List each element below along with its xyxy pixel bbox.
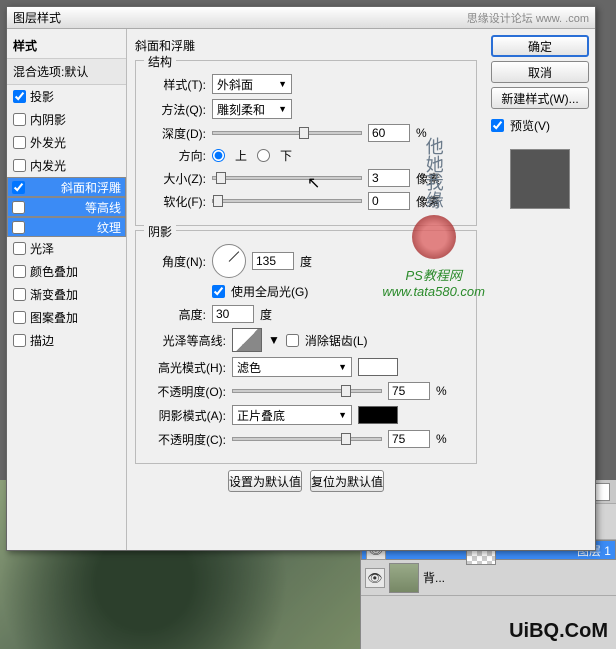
shadow-opacity-slider[interactable]: [232, 437, 382, 441]
depth-label: 深度(D):: [146, 125, 206, 142]
layer-thumb: [389, 563, 419, 593]
checkbox[interactable]: [13, 113, 26, 126]
checkbox[interactable]: [12, 201, 25, 214]
altitude-label: 高度:: [146, 306, 206, 323]
depth-slider[interactable]: [212, 131, 362, 135]
checkbox[interactable]: [13, 311, 26, 324]
make-default-button[interactable]: 设置为默认值: [228, 470, 302, 492]
highlight-color-swatch[interactable]: [358, 358, 398, 376]
style-color-overlay[interactable]: 颜色叠加: [7, 260, 126, 283]
highlight-mode-label: 高光模式(H):: [146, 359, 226, 376]
technique-select[interactable]: 雕刻柔和▼: [212, 99, 292, 119]
unit: %: [436, 384, 447, 398]
angle-input[interactable]: [252, 252, 294, 270]
caret-down-icon: ▼: [278, 104, 287, 114]
shadow-opacity-label: 不透明度(C):: [146, 431, 226, 448]
highlight-opacity-label: 不透明度(O):: [146, 383, 226, 400]
layer-row[interactable]: 👁 背...: [361, 560, 616, 596]
ok-button[interactable]: 确定: [491, 35, 589, 57]
unit: 度: [300, 253, 312, 270]
highlight-opacity-slider[interactable]: [232, 389, 382, 393]
shadow-color-swatch[interactable]: [358, 406, 398, 424]
angle-wheel[interactable]: [212, 244, 246, 278]
direction-label: 方向:: [146, 147, 206, 164]
settings-panel: 斜面和浮雕 结构 样式(T): 外斜面▼ 方法(Q): 雕刻柔和▼ 深度(D):…: [127, 29, 485, 550]
layer-style-dialog: 图层样式 思缘设计论坛 www. .com 样式 混合选项:默认 投影 内阴影 …: [6, 6, 596, 551]
highlight-mode-select[interactable]: 滤色▼: [232, 357, 352, 377]
caret-down-icon: ▼: [278, 79, 287, 89]
new-style-button[interactable]: 新建样式(W)...: [491, 87, 589, 109]
size-slider[interactable]: [212, 176, 362, 180]
structure-group: 结构 样式(T): 外斜面▼ 方法(Q): 雕刻柔和▼ 深度(D): % 方向:…: [135, 60, 477, 226]
style-satin[interactable]: 光泽: [7, 237, 126, 260]
style-texture[interactable]: 纹理: [7, 217, 126, 237]
dialog-buttons: 确定 取消 新建样式(W)... 预览(V): [485, 29, 595, 550]
style-bevel-emboss[interactable]: 斜面和浮雕: [7, 177, 126, 197]
checkbox[interactable]: [13, 288, 26, 301]
gloss-contour-picker[interactable]: [232, 328, 262, 352]
caret-down-icon: ▼: [338, 362, 347, 372]
checkbox[interactable]: [13, 90, 26, 103]
antialias-checkbox[interactable]: [286, 334, 299, 347]
preview-swatch: [510, 149, 570, 209]
cancel-button[interactable]: 取消: [491, 61, 589, 83]
styles-header[interactable]: 样式: [7, 33, 126, 59]
style-outer-glow[interactable]: 外发光: [7, 131, 126, 154]
group-title: 阴影: [144, 223, 176, 240]
global-light-checkbox[interactable]: [212, 285, 225, 298]
dir-down-radio[interactable]: [257, 149, 270, 162]
style-gradient-overlay[interactable]: 渐变叠加: [7, 283, 126, 306]
technique-label: 方法(Q):: [146, 101, 206, 118]
caret-down-icon[interactable]: ▼: [268, 333, 280, 347]
highlight-opacity-input[interactable]: [388, 382, 430, 400]
checkbox[interactable]: [12, 181, 25, 194]
watermark-uibq: UiBQ.CoM: [509, 620, 608, 643]
dialog-title: 图层样式: [13, 9, 61, 26]
style-stroke[interactable]: 描边: [7, 329, 126, 352]
checkbox[interactable]: [13, 136, 26, 149]
angle-label: 角度(N):: [146, 253, 206, 270]
layer-name: 背...: [423, 569, 445, 586]
unit: 像素: [416, 170, 440, 187]
size-input[interactable]: [368, 169, 410, 187]
checkbox[interactable]: [13, 334, 26, 347]
visibility-icon[interactable]: 👁: [365, 568, 385, 588]
preview-checkbox[interactable]: [491, 119, 504, 132]
unit: 像素: [416, 193, 440, 210]
unit: %: [436, 432, 447, 446]
dir-up-radio[interactable]: [212, 149, 225, 162]
soften-slider[interactable]: [212, 199, 362, 203]
style-inner-glow[interactable]: 内发光: [7, 154, 126, 177]
checkbox[interactable]: [13, 265, 26, 278]
forum-text: 思缘设计论坛 www. .com: [467, 10, 589, 26]
shadow-opacity-input[interactable]: [388, 430, 430, 448]
checkbox[interactable]: [13, 242, 26, 255]
gloss-label: 光泽等高线:: [146, 332, 226, 349]
altitude-input[interactable]: [212, 305, 254, 323]
unit: 度: [260, 306, 272, 323]
soften-input[interactable]: [368, 192, 410, 210]
checkbox[interactable]: [13, 159, 26, 172]
caret-down-icon: ▼: [338, 410, 347, 420]
section-title: 斜面和浮雕: [135, 35, 477, 60]
blend-options[interactable]: 混合选项:默认: [7, 59, 126, 85]
size-label: 大小(Z):: [146, 170, 206, 187]
style-pattern-overlay[interactable]: 图案叠加: [7, 306, 126, 329]
shading-group: 阴影 角度(N): 度 使用全局光(G) 高度: 度 光泽等高线: ▼ 消除锯齿…: [135, 230, 477, 464]
titlebar[interactable]: 图层样式 思缘设计论坛 www. .com: [7, 7, 595, 29]
shadow-mode-label: 阴影模式(A):: [146, 407, 226, 424]
checkbox[interactable]: [12, 221, 25, 234]
soften-label: 软化(F):: [146, 193, 206, 210]
shadow-mode-select[interactable]: 正片叠底▼: [232, 405, 352, 425]
style-contour[interactable]: 等高线: [7, 197, 126, 217]
style-drop-shadow[interactable]: 投影: [7, 85, 126, 108]
unit: %: [416, 126, 427, 140]
styles-list: 样式 混合选项:默认 投影 内阴影 外发光 内发光 斜面和浮雕 等高线 纹理 光…: [7, 29, 127, 550]
style-select[interactable]: 外斜面▼: [212, 74, 292, 94]
group-title: 结构: [144, 53, 176, 70]
style-label: 样式(T):: [146, 76, 206, 93]
style-inner-shadow[interactable]: 内阴影: [7, 108, 126, 131]
reset-default-button[interactable]: 复位为默认值: [310, 470, 384, 492]
depth-input[interactable]: [368, 124, 410, 142]
